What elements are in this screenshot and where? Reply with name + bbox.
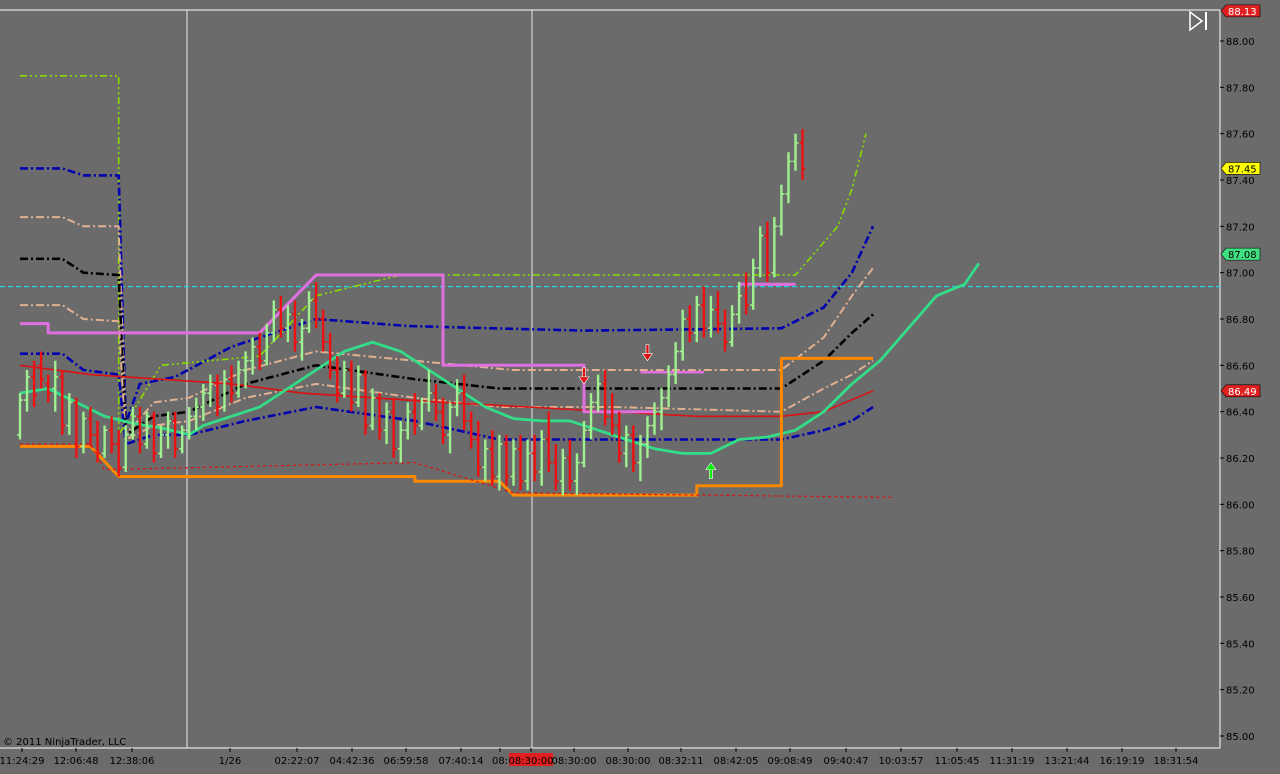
chart-container: 85.00 85.20 85.40 85.60 85.80 86.00 86.20 86.40…	[0, 0, 1280, 774]
y-tick-label: 87.60	[1226, 130, 1255, 141]
y-tick-label: 87.00	[1226, 269, 1255, 280]
x-tick-label: 08:30:00	[552, 756, 597, 767]
x-tick-label: 04:42:36	[330, 756, 375, 767]
x-tick-label: 09:40:47	[824, 756, 869, 767]
x-tick-label: 16:19:19	[1100, 756, 1145, 767]
y-tick-label: 85.00	[1226, 732, 1255, 743]
y-tick-label: 85.20	[1226, 686, 1255, 697]
x-tick-label: 1/26	[219, 756, 241, 767]
y-tick-label: 86.00	[1226, 500, 1255, 511]
price-marker-label: 88.13	[1228, 7, 1257, 18]
price-marker-tag: 88.13	[1220, 4, 1261, 18]
y-tick-label: 86.80	[1226, 315, 1255, 326]
x-tick-label: 08:30:00	[509, 756, 554, 767]
copyright-text: © 2011 NinjaTrader, LLC	[3, 737, 126, 748]
y-tick-label: 88.00	[1226, 37, 1255, 48]
x-tick-label: 11:31:19	[990, 756, 1035, 767]
y-tick-label: 87.20	[1226, 222, 1255, 233]
y-tick-label: 85.60	[1226, 593, 1255, 604]
price-marker-label: 87.08	[1228, 250, 1257, 261]
y-tick-label: 87.40	[1226, 176, 1255, 187]
y-tick-label: 86.60	[1226, 361, 1255, 372]
x-tick-label: 12:38:06	[110, 756, 155, 767]
x-tick-label: 12:06:48	[54, 756, 99, 767]
price-marker-tag: 86.49	[1220, 384, 1261, 398]
price-marker-tag: 87.08	[1220, 247, 1261, 261]
arrow-shaft	[709, 468, 713, 479]
arrow-shaft	[645, 344, 650, 356]
y-tick-label: 85.80	[1226, 547, 1255, 558]
price-marker-label: 87.45	[1228, 164, 1257, 175]
y-tick-label: 85.40	[1226, 639, 1255, 650]
y-tick-label: 86.20	[1226, 454, 1255, 465]
x-tick-label: 10:03:57	[879, 756, 924, 767]
price-marker-tag: 87.45	[1220, 162, 1261, 175]
x-tick-label: 08:30:00	[606, 756, 651, 767]
chart-background	[0, 0, 1280, 774]
y-tick-label: 86.40	[1226, 408, 1255, 419]
x-tick-label: 06:59:58	[384, 756, 429, 767]
x-tick-label: 09:08:49	[768, 756, 813, 767]
x-tick-label: 08:32:11	[659, 756, 704, 767]
y-tick-label: 87.80	[1226, 83, 1255, 94]
x-tick-label: 08:42:05	[714, 756, 759, 767]
x-tick-label: 13:21:44	[1045, 756, 1090, 767]
price-marker-label: 86.49	[1228, 387, 1257, 398]
x-tick-label: 11:05:45	[935, 756, 980, 767]
x-tick-label: 02:22:07	[275, 756, 320, 767]
price-chart[interactable]: 85.00 85.20 85.40 85.60 85.80 86.00 86.20 86.40…	[0, 0, 1280, 774]
x-tick-label: 18:31:54	[1154, 756, 1199, 767]
arrow-shaft	[582, 367, 586, 379]
x-tick-label: 07:40:14	[439, 756, 484, 767]
x-tick-label: 11:24:29	[0, 756, 44, 767]
x-tick-label: 08:	[492, 756, 508, 767]
